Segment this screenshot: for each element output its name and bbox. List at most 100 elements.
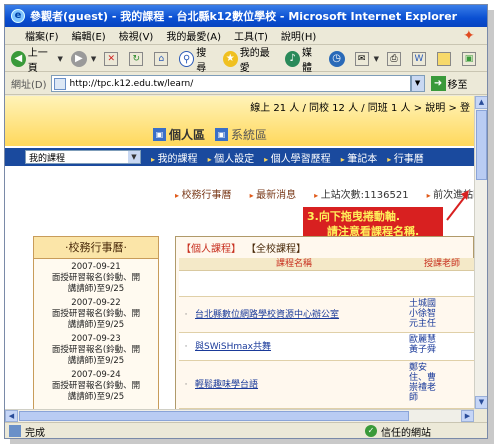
stop-icon: ✕ xyxy=(104,51,119,66)
callout-line-1: 3.向下拖曳捲動軸. xyxy=(307,210,401,223)
personal-zone-icon: ▣ xyxy=(153,128,166,141)
tab-all-courses[interactable]: 【全校課程】 xyxy=(246,240,306,255)
event-text: 面授研習報名(鈴動、開 xyxy=(51,309,141,319)
edit-button[interactable]: W xyxy=(412,51,429,66)
menu-favorites[interactable]: 我的最愛(A) xyxy=(166,28,221,43)
scroll-up-icon[interactable]: ▲ xyxy=(475,96,487,109)
calendar-event[interactable]: 2007-09-22 面授研習報名(鈴動、開 講請師)至9/25 xyxy=(34,295,158,331)
row-bullet: · xyxy=(184,310,188,320)
security-zone: ✓ 信任的網站 xyxy=(365,424,431,438)
address-input[interactable]: http://tpc.k12.edu.tw/learn/ xyxy=(50,75,411,92)
menu-file[interactable]: 檔案(F) xyxy=(25,28,59,43)
course-tabs: 【個人課程】 【全校課程】 xyxy=(176,237,473,257)
nav-calendar[interactable]: 行事曆 xyxy=(387,150,424,165)
zone-system-link[interactable]: ▣ 系統區 xyxy=(215,126,267,143)
col-teacher: 授課老師 xyxy=(423,259,460,269)
zone-switcher: ▣ 個人區 ▣ 系統區 xyxy=(153,126,277,143)
refresh-icon: ↻ xyxy=(129,51,144,66)
scroll-left-icon[interactable]: ◀ xyxy=(5,410,18,422)
menu-help[interactable]: 說明(H) xyxy=(281,28,316,43)
event-text: 講請師)至9/25 xyxy=(67,392,125,402)
table-row: · 輕鬆趣味學台語 鄭安 住、曹 崇禮老 師 xyxy=(179,361,474,409)
event-text: 講請師)至9/25 xyxy=(67,356,125,366)
go-button[interactable]: ➜ 移至 xyxy=(430,76,468,91)
calendar-event[interactable]: 2007-09-24 面授研習報名(鈴動、開 講請師)至9/25 xyxy=(34,367,158,403)
stop-button[interactable]: ✕ xyxy=(104,51,121,66)
search-button[interactable]: ⚲ 搜尋 xyxy=(179,44,215,74)
ie-logo-icon: e xyxy=(11,9,25,23)
history-icon: ◷ xyxy=(328,50,345,67)
zone-personal-label: 個人區 xyxy=(169,128,206,142)
page-content: 線上 21 人 / 同校 12 人 / 同班 1 人 > 說明 > 登 ▣ 個人… xyxy=(5,96,474,409)
print-button[interactable]: ⎙ xyxy=(387,51,404,66)
horizontal-scrollbar[interactable]: ◀ ▶ xyxy=(5,409,474,422)
folder-icon xyxy=(437,51,451,66)
favorites-label: 我的最愛 xyxy=(239,47,270,74)
link-latest-news[interactable]: 最新消息 xyxy=(250,186,296,201)
course-name-link[interactable]: 與SWiSHmax共舞 xyxy=(193,333,409,360)
nav-my-courses[interactable]: 我的課程 xyxy=(151,150,198,165)
menu-bar: 檔案(F) 編輯(E) 檢視(V) 我的最愛(A) 工具(T) 說明(H) ✦ xyxy=(5,27,487,45)
menu-tools[interactable]: 工具(T) xyxy=(234,28,268,43)
forward-button[interactable]: ▶ ▼ xyxy=(70,50,96,67)
print-icon: ⎙ xyxy=(387,51,401,66)
home-button[interactable]: ⌂ xyxy=(154,51,171,66)
calendar-event[interactable]: 2007-09-21 面授研習報名(鈴動、開 講請師)至9/25 xyxy=(34,259,158,295)
research-button[interactable]: ▣ xyxy=(462,51,479,66)
link-school-calendar[interactable]: 校務行事曆 xyxy=(175,186,232,201)
course-teacher: 土城國 小徐智 元主任 xyxy=(409,299,437,329)
go-arrow-icon: ➜ xyxy=(430,76,446,91)
horizontal-scroll-thumb[interactable] xyxy=(19,411,409,421)
mail-icon: ✉ xyxy=(354,51,369,66)
course-name-link[interactable]: 台北縣數位網路學校資源中心辦公室 xyxy=(193,297,409,332)
menu-view[interactable]: 檢視(V) xyxy=(119,28,154,43)
nav-personal-settings[interactable]: 個人設定 xyxy=(208,150,254,165)
event-text: 面授研習報名(鈴動、開 xyxy=(51,273,141,283)
event-text: 面授研習報名(鈴動、開 xyxy=(51,345,141,355)
course-teacher: 歐麗慧 黃子舜 xyxy=(409,335,437,355)
school-calendar-box: ‧校務行事曆‧ 2007-09-21 面授研習報名(鈴動、開 講請師)至9/25… xyxy=(33,236,159,409)
address-dropdown-icon[interactable]: ▼ xyxy=(410,75,425,92)
forward-arrow-icon: ▶ xyxy=(70,50,87,67)
zone-system-label: 系統區 xyxy=(231,128,268,142)
media-icon: ♪ xyxy=(285,50,300,67)
event-text: 面授研習報名(鈴動、開 xyxy=(51,381,141,391)
calendar-event[interactable]: 2007-09-23 面授研習報名(鈴動、開 講請師)至9/25 xyxy=(34,331,158,367)
vertical-scroll-thumb[interactable] xyxy=(476,110,487,180)
course-name-link[interactable]: 輕鬆趣味學台語 xyxy=(193,361,409,408)
media-label: 媒體 xyxy=(301,47,312,74)
menu-edit[interactable]: 編輯(E) xyxy=(72,28,106,43)
address-bar: 網址(D) http://tpc.k12.edu.tw/learn/ ▼ ➜ 移… xyxy=(5,73,487,95)
row-bullet: · xyxy=(184,380,188,390)
title-bar[interactable]: e 參觀者(guest) - 我的課程 - 台北縣k12數位學校 - Micro… xyxy=(5,5,487,27)
event-date: 2007-09-24 xyxy=(71,370,121,380)
refresh-button[interactable]: ↻ xyxy=(129,51,146,66)
forward-dropdown-icon[interactable]: ▼ xyxy=(91,55,96,63)
course-panel: 【個人課程】 【全校課程】 課程名稱 授課老師 · 台北縣數位網路學校資源中心辦… xyxy=(175,236,474,409)
back-arrow-icon: ◀ xyxy=(11,50,26,67)
status-bar: 完成 ✓ 信任的網站 xyxy=(5,422,487,438)
vertical-scrollbar[interactable]: ▲ ▼ xyxy=(474,96,487,409)
star-icon: ★ xyxy=(222,50,238,67)
back-dropdown-icon[interactable]: ▼ xyxy=(57,55,62,63)
history-button[interactable]: ◷ xyxy=(328,50,347,67)
course-select[interactable]: 我的課程 ▼ xyxy=(25,150,141,164)
favorites-button[interactable]: ★ 我的最愛 xyxy=(222,44,277,74)
nav-learning-history[interactable]: 個人學習歷程 xyxy=(264,150,331,165)
window-shadow-right xyxy=(488,10,494,442)
scroll-down-icon[interactable]: ▼ xyxy=(475,396,487,409)
zone-personal-link[interactable]: ▣ 個人區 xyxy=(153,126,205,143)
back-button[interactable]: ◀ 上一頁 ▼ xyxy=(11,44,63,74)
mail-button[interactable]: ✉ ▼ xyxy=(354,51,379,66)
table-row: · 台北縣數位網路學校資源中心辦公室 土城國 小徐智 元主任 xyxy=(179,297,474,333)
course-name-link[interactable] xyxy=(193,271,409,296)
course-select-value: 我的課程 xyxy=(29,153,66,164)
media-button[interactable]: ♪ 媒體 xyxy=(285,44,321,74)
event-date: 2007-09-23 xyxy=(71,334,121,344)
scroll-right-icon[interactable]: ▶ xyxy=(461,410,474,422)
browser-window: e 參觀者(guest) - 我的課程 - 台北縣k12數位學校 - Micro… xyxy=(4,4,488,439)
tab-personal-courses[interactable]: 【個人課程】 xyxy=(181,240,241,255)
messenger-button[interactable] xyxy=(437,51,454,66)
mail-dropdown-icon[interactable]: ▼ xyxy=(374,55,379,63)
nav-notebook[interactable]: 筆記本 xyxy=(341,150,377,165)
